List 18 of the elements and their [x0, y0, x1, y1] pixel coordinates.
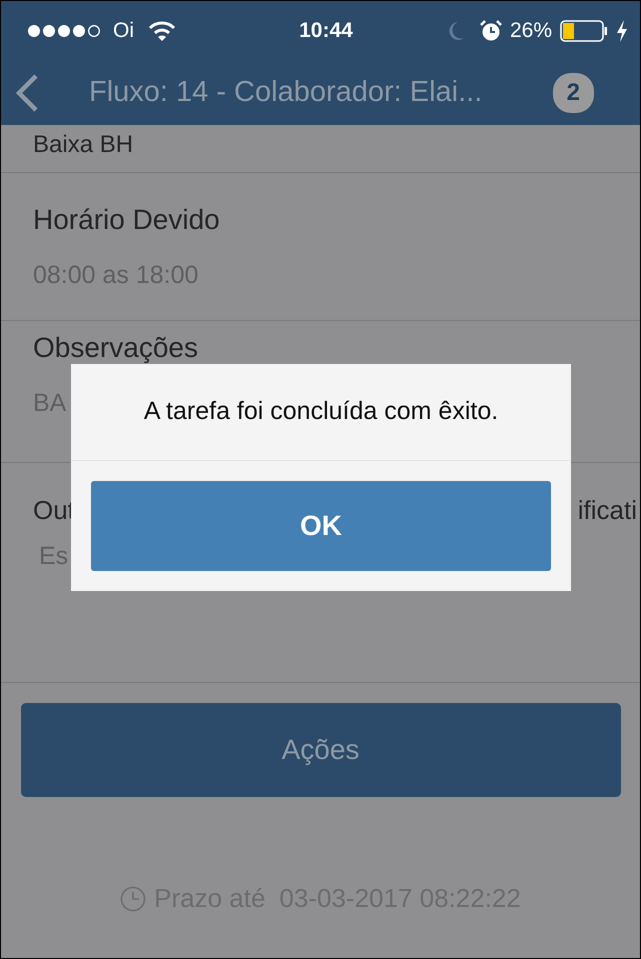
clock-icon — [120, 886, 146, 912]
alarm-clock-icon — [480, 20, 502, 42]
field-label: ificati — [578, 494, 637, 527]
charging-bolt-icon — [616, 20, 628, 42]
battery-percent: 26% — [510, 18, 552, 44]
battery-icon — [560, 20, 608, 42]
wifi-icon — [148, 21, 176, 41]
ok-button[interactable]: OK — [91, 481, 551, 571]
count-badge: 2 — [552, 73, 594, 113]
actions-button[interactable]: Ações — [20, 703, 620, 797]
screen-title: Fluxo: 14 - Colaborador: Elai... — [89, 75, 484, 110]
field-value: Baixa BH — [33, 130, 134, 160]
carrier-name: Oi — [113, 18, 134, 44]
field-label: Horário Devido — [33, 203, 220, 237]
field-label: Observações — [33, 331, 198, 365]
status-time: 10:44 — [298, 18, 354, 44]
back-chevron-icon — [15, 73, 39, 113]
dialog-message: A tarefa foi concluída com êxito. — [71, 364, 571, 461]
